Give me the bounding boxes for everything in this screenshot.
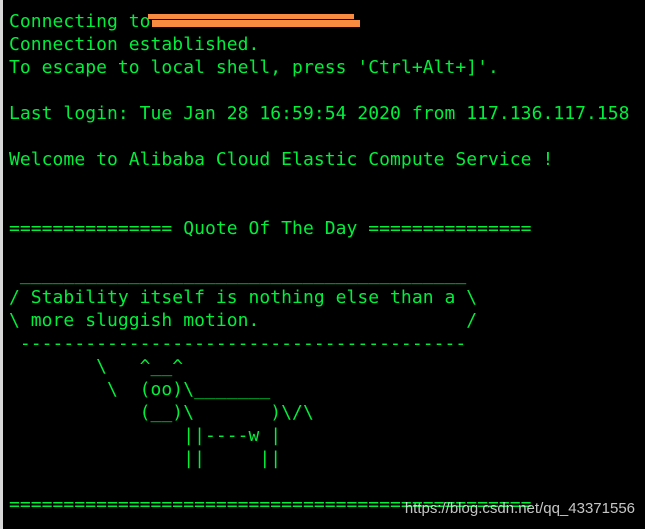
watermark: https://blog.csdn.net/qq_43371556 [404,500,635,517]
terminal-line: =============== Quote Of The Day =======… [9,218,532,239]
terminal-line: || || [9,448,282,469]
terminal-line: Welcome to Alibaba Cloud Elastic Compute… [9,149,554,170]
redacted-host-mark [148,14,360,28]
terminal-line: / Stability itself is nothing else than … [9,287,478,308]
terminal-line: ----------------------------------------… [9,333,467,354]
terminal-line: ||----w | [9,425,282,446]
terminal-line: Last login: Tue Jan 28 16:59:54 2020 fro… [9,103,630,124]
terminal-line: ________________________________________… [9,264,467,285]
window-left-border [0,0,3,529]
terminal-line: (__)\ )\/\ [9,402,314,423]
terminal-line: \ (oo)\_______ [9,379,271,400]
terminal-line: To escape to local shell, press 'Ctrl+Al… [9,57,499,78]
terminal-output[interactable]: Connecting to Connection established. To e… [9,10,630,516]
terminal-line: \ more sluggish motion. / [9,310,478,331]
terminal-line: \ ^__^ [9,356,184,377]
terminal-line: Connection established. [9,34,260,55]
